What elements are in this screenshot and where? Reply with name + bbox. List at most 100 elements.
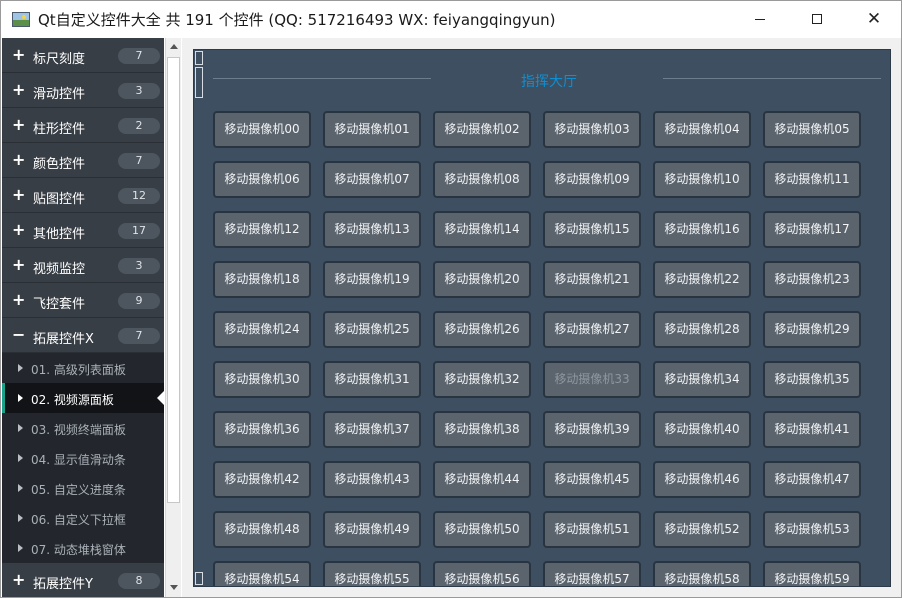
camera-button[interactable]: 移动摄像机52 <box>653 511 751 548</box>
sidebar-item-slider[interactable]: + 滑动控件 3 <box>2 73 164 108</box>
camera-button[interactable]: 移动摄像机18 <box>213 261 311 298</box>
camera-button[interactable]: 移动摄像机31 <box>323 361 421 398</box>
camera-button[interactable]: 移动摄像机47 <box>763 461 861 498</box>
sidebar-subitem-label: 06. 自定义下拉框 <box>31 513 126 527</box>
camera-button[interactable]: 移动摄像机43 <box>323 461 421 498</box>
camera-button[interactable]: 移动摄像机17 <box>763 211 861 248</box>
selection-pointer-icon <box>157 391 164 405</box>
camera-button[interactable]: 移动摄像机20 <box>433 261 531 298</box>
camera-button[interactable]: 移动摄像机13 <box>323 211 421 248</box>
sidebar-subitem[interactable]: 02. 视频源面板 <box>2 383 164 413</box>
camera-button[interactable]: 移动摄像机26 <box>433 311 531 348</box>
camera-button[interactable]: 移动摄像机01 <box>323 111 421 148</box>
sidebar-subitem[interactable]: 04. 显示值滑动条 <box>2 443 164 473</box>
camera-button[interactable]: 移动摄像机40 <box>653 411 751 448</box>
panel-scroll-thumb[interactable] <box>195 67 203 98</box>
camera-button[interactable]: 移动摄像机03 <box>543 111 641 148</box>
camera-button[interactable]: 移动摄像机10 <box>653 161 751 198</box>
close-button[interactable]: ✕ <box>845 1 901 37</box>
collapse-icon: − <box>12 325 26 344</box>
maximize-button[interactable] <box>788 1 846 37</box>
sidebar-item-color[interactable]: + 颜色控件 7 <box>2 143 164 178</box>
count-badge: 9 <box>118 293 160 309</box>
count-badge: 3 <box>118 258 160 274</box>
camera-button[interactable]: 移动摄像机55 <box>323 561 421 586</box>
expand-icon: + <box>12 220 26 239</box>
camera-button[interactable]: 移动摄像机14 <box>433 211 531 248</box>
camera-button[interactable]: 移动摄像机24 <box>213 311 311 348</box>
camera-button[interactable]: 移动摄像机07 <box>323 161 421 198</box>
sidebar-item-other[interactable]: + 其他控件 17 <box>2 213 164 248</box>
minimize-button[interactable] <box>731 1 789 37</box>
panel-scroll-down[interactable] <box>195 572 203 585</box>
panel-scroll-up[interactable] <box>195 51 203 65</box>
panel-scrollbar[interactable] <box>195 51 204 585</box>
sidebar-subitem[interactable]: 03. 视频终端面板 <box>2 413 164 443</box>
caret-right-icon <box>18 394 23 402</box>
camera-button[interactable]: 移动摄像机16 <box>653 211 751 248</box>
camera-button[interactable]: 移动摄像机05 <box>763 111 861 148</box>
camera-button[interactable]: 移动摄像机49 <box>323 511 421 548</box>
sidebar-subitem[interactable]: 06. 自定义下拉框 <box>2 503 164 533</box>
camera-button[interactable]: 移动摄像机19 <box>323 261 421 298</box>
sidebar-item-extx[interactable]: − 拓展控件X 7 <box>2 318 164 353</box>
camera-button[interactable]: 移动摄像机06 <box>213 161 311 198</box>
camera-button[interactable]: 移动摄像机51 <box>543 511 641 548</box>
sidebar-item-label: 拓展控件X <box>33 332 94 347</box>
camera-button[interactable]: 移动摄像机15 <box>543 211 641 248</box>
camera-button[interactable]: 移动摄像机59 <box>763 561 861 586</box>
camera-button[interactable]: 移动摄像机34 <box>653 361 751 398</box>
camera-button[interactable]: 移动摄像机48 <box>213 511 311 548</box>
sidebar-item-exty[interactable]: + 拓展控件Y 8 <box>2 563 164 597</box>
camera-button[interactable]: 移动摄像机32 <box>433 361 531 398</box>
camera-button[interactable]: 移动摄像机04 <box>653 111 751 148</box>
scroll-down-arrow-icon[interactable] <box>170 585 178 590</box>
camera-button[interactable]: 移动摄像机50 <box>433 511 531 548</box>
camera-button[interactable]: 移动摄像机23 <box>763 261 861 298</box>
camera-button[interactable]: 移动摄像机30 <box>213 361 311 398</box>
camera-button[interactable]: 移动摄像机09 <box>543 161 641 198</box>
expand-icon: + <box>12 80 26 99</box>
group-title: 指挥大厅 <box>521 74 577 90</box>
sidebar-scrollbar[interactable] <box>165 38 181 597</box>
camera-button[interactable]: 移动摄像机46 <box>653 461 751 498</box>
camera-button[interactable]: 移动摄像机44 <box>433 461 531 498</box>
sidebar-item-bar[interactable]: + 柱形控件 2 <box>2 108 164 143</box>
camera-button[interactable]: 移动摄像机02 <box>433 111 531 148</box>
scroll-up-arrow-icon[interactable] <box>170 44 178 49</box>
camera-button[interactable]: 移动摄像机37 <box>323 411 421 448</box>
camera-button[interactable]: 移动摄像机33 <box>543 361 641 398</box>
sidebar-item-image[interactable]: + 贴图控件 12 <box>2 178 164 213</box>
title-bar[interactable]: Qt自定义控件大全 共 191 个控件 (QQ: 517216493 WX: f… <box>1 1 901 37</box>
camera-button[interactable]: 移动摄像机58 <box>653 561 751 586</box>
camera-button[interactable]: 移动摄像机36 <box>213 411 311 448</box>
camera-button[interactable]: 移动摄像机29 <box>763 311 861 348</box>
camera-button[interactable]: 移动摄像机56 <box>433 561 531 586</box>
camera-button[interactable]: 移动摄像机11 <box>763 161 861 198</box>
camera-button[interactable]: 移动摄像机41 <box>763 411 861 448</box>
sidebar-item-ruler[interactable]: + 标尺刻度 7 <box>2 38 164 73</box>
camera-button[interactable]: 移动摄像机08 <box>433 161 531 198</box>
sidebar-subitem[interactable]: 01. 高级列表面板 <box>2 353 164 383</box>
camera-button[interactable]: 移动摄像机39 <box>543 411 641 448</box>
camera-button[interactable]: 移动摄像机54 <box>213 561 311 586</box>
camera-button[interactable]: 移动摄像机12 <box>213 211 311 248</box>
camera-button[interactable]: 移动摄像机45 <box>543 461 641 498</box>
camera-button[interactable]: 移动摄像机28 <box>653 311 751 348</box>
camera-button[interactable]: 移动摄像机21 <box>543 261 641 298</box>
camera-button[interactable]: 移动摄像机27 <box>543 311 641 348</box>
camera-button[interactable]: 移动摄像机42 <box>213 461 311 498</box>
camera-button[interactable]: 移动摄像机57 <box>543 561 641 586</box>
camera-button[interactable]: 移动摄像机53 <box>763 511 861 548</box>
camera-button[interactable]: 移动摄像机25 <box>323 311 421 348</box>
camera-button[interactable]: 移动摄像机22 <box>653 261 751 298</box>
sidebar-subitem[interactable]: 05. 自定义进度条 <box>2 473 164 503</box>
scrollbar-thumb[interactable] <box>167 57 180 503</box>
sidebar-item-flight[interactable]: + 飞控套件 9 <box>2 283 164 318</box>
sidebar-item-video[interactable]: + 视频监控 3 <box>2 248 164 283</box>
close-icon: ✕ <box>866 8 882 29</box>
camera-button[interactable]: 移动摄像机00 <box>213 111 311 148</box>
camera-button[interactable]: 移动摄像机35 <box>763 361 861 398</box>
sidebar-subitem[interactable]: 07. 动态堆栈窗体 <box>2 533 164 563</box>
camera-button[interactable]: 移动摄像机38 <box>433 411 531 448</box>
